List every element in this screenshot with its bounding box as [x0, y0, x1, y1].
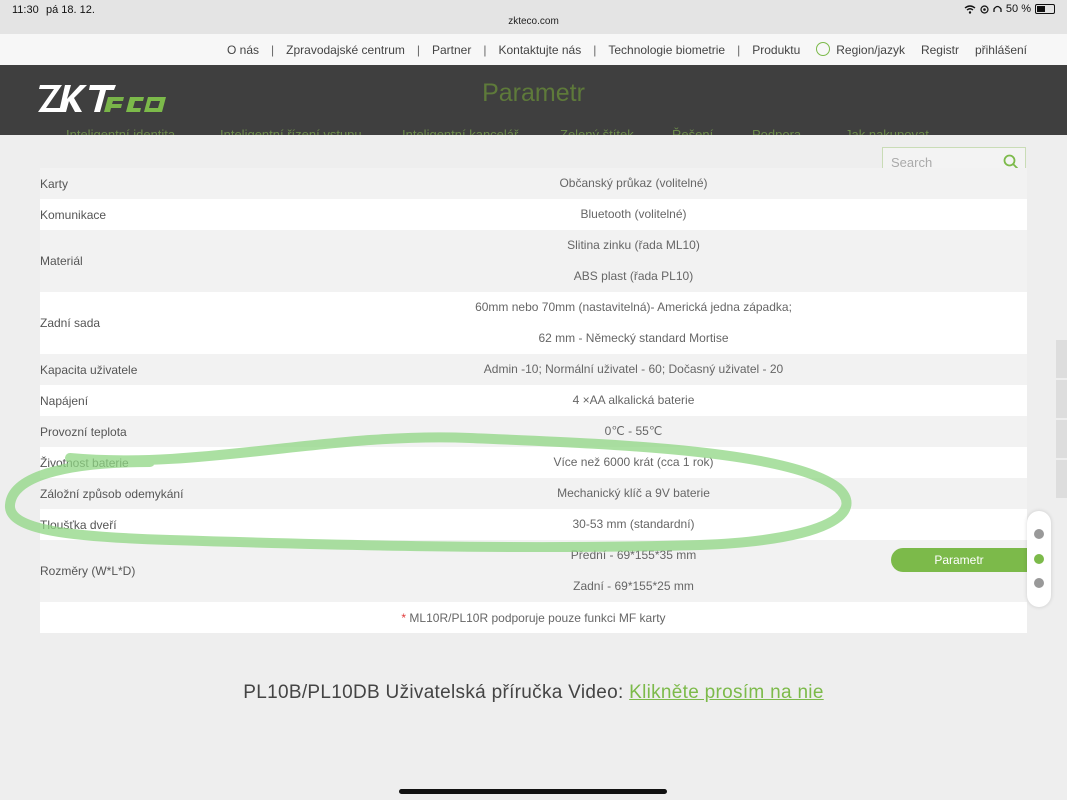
spec-value-line: Admin -10; Normální uživatel - 60; Dočas… — [483, 362, 784, 376]
table-row: Rozměry (W*L*D) Přední - 69*155*35 mm Zadn… — [40, 540, 1027, 602]
spec-value: 30-53 mm (standardní) — [320, 509, 1027, 540]
spec-value: Více než 6000 krát (cca 1 rok) — [320, 447, 1027, 478]
table-row: Provozní teplota 0℃ - 55℃ — [40, 416, 1027, 447]
spec-table: Karty Občanský průkaz (volitelné) Komunik… — [40, 168, 1027, 633]
spec-label: Tloušťka dveří — [40, 509, 320, 540]
home-indicator — [399, 789, 667, 794]
address-bar[interactable]: zkteco.com — [0, 16, 1067, 27]
spec-value: Bluetooth (volitelné) — [320, 199, 1027, 230]
footnote-text: ML10R/PL10R podporuje pouze funkci MF ka… — [406, 610, 666, 625]
spec-value-line: 60mm nebo 70mm (nastavitelná)- Americká … — [475, 300, 792, 314]
parametr-button[interactable]: Parametr — [891, 548, 1027, 572]
pager-dot-active[interactable] — [1034, 554, 1044, 564]
spec-value-line: Mechanický klíč a 9V baterie — [557, 486, 710, 500]
table-row: Materiál Slitina zinku (řada ML10) ABS pla… — [40, 230, 1027, 292]
spec-value: 0℃ - 55℃ — [320, 416, 1027, 447]
main-nav-access[interactable]: Inteligentní řízení vstupu — [220, 127, 362, 135]
spec-label: Rozměry (W*L*D) — [40, 540, 320, 602]
spec-value: Admin -10; Normální uživatel - 60; Dočas… — [320, 354, 1027, 385]
spec-value: 60mm nebo 70mm (nastavitelná)- Americká … — [320, 292, 1027, 354]
footnote: * ML10R/PL10R podporuje pouze funkci MF … — [40, 602, 1027, 633]
side-tab[interactable] — [1056, 380, 1067, 418]
nav-products[interactable]: Produktu — [752, 43, 800, 57]
spec-value: Slitina zinku (řada ML10) ABS plast (řada… — [320, 230, 1027, 292]
spec-label: Komunikace — [40, 199, 320, 230]
table-row: * ML10R/PL10R podporuje pouze funkci MF … — [40, 602, 1027, 633]
nav-contact[interactable]: Kontaktujte nás — [498, 43, 581, 57]
wifi-icon — [964, 4, 976, 14]
spec-label: Zadní sada — [40, 292, 320, 354]
top-nav: O nás | Zpravodajské centrum | Partner | Ko… — [0, 34, 1067, 65]
status-date: pá 18. 12. — [46, 4, 95, 16]
spec-value-line: 4 ×AA alkalická baterie — [572, 393, 695, 407]
spec-value: 4 ×AA alkalická baterie — [320, 385, 1027, 416]
side-tab[interactable] — [1056, 340, 1067, 378]
status-bar: 11:30 pá 18. 12. zkteco.com 50 % — [0, 0, 1067, 34]
main-nav-identity[interactable]: Inteligentní identita — [66, 127, 175, 135]
region-label: Region/jazyk — [836, 43, 905, 57]
spec-label: Materiál — [40, 230, 320, 292]
manual-link[interactable]: Klikněte prosím na nie — [629, 682, 824, 703]
spec-value-line: 0℃ - 55℃ — [604, 424, 663, 438]
spec-value-line: Občanský průkaz (volitelné) — [559, 176, 708, 190]
spec-label: Karty — [40, 168, 320, 199]
spec-label: Kapacita uživatele — [40, 354, 320, 385]
spec-label: Provozní teplota — [40, 416, 320, 447]
spec-value-line: 30-53 mm (standardní) — [572, 517, 695, 531]
globe-icon — [816, 42, 831, 56]
manual-text: PL10B/PL10DB Uživatelská příručka Video: — [243, 682, 630, 703]
main-nav-support[interactable]: Podpora — [752, 127, 801, 135]
table-row: Tloušťka dveří 30-53 mm (standardní) — [40, 509, 1027, 540]
page-title: Parametr — [482, 79, 585, 107]
region-selector[interactable]: Region/jazyk — [816, 42, 905, 57]
manual-video-line: PL10B/PL10DB Uživatelská příručka Video:… — [0, 682, 1067, 704]
spec-value-line: 62 mm - Německý standard Mortise — [538, 331, 729, 345]
spec-label: Životnost baterie — [40, 447, 320, 478]
battery-icon — [1035, 4, 1055, 14]
battery-percent: 50 % — [1005, 3, 1031, 15]
spec-value-line: Přední - 69*155*35 mm — [570, 548, 697, 562]
login-link[interactable]: přihlášení — [975, 43, 1027, 57]
status-time: 11:30 — [12, 4, 39, 16]
main-nav-how-to-buy[interactable]: Jak nakupovat — [845, 127, 929, 135]
table-row: Životnost baterie Více než 6000 krát (cca… — [40, 447, 1027, 478]
section-pager — [1027, 511, 1051, 607]
pager-dot[interactable] — [1034, 529, 1044, 539]
spec-label: Napájení — [40, 385, 320, 416]
headphones-icon — [993, 5, 1002, 12]
spec-label: Záložní způsob odemykání — [40, 478, 320, 509]
spec-value-line: Více než 6000 krát (cca 1 rok) — [553, 455, 714, 469]
spec-value-line: Zadní - 69*155*25 mm — [573, 579, 694, 593]
table-row: Zadní sada 60mm nebo 70mm (nastavitelná)-… — [40, 292, 1027, 354]
register-link[interactable]: Registr — [921, 43, 959, 57]
status-icons: 50 % — [964, 3, 1055, 15]
side-tab[interactable] — [1056, 460, 1067, 498]
spec-value: Mechanický klíč a 9V baterie — [320, 478, 1027, 509]
nav-biometrics[interactable]: Technologie biometrie — [608, 43, 725, 57]
pager-dot[interactable] — [1034, 578, 1044, 588]
main-nav-green-label[interactable]: Zelený štítek — [560, 127, 634, 135]
site-header: Parametr Inteligentní identita Inteligen… — [0, 65, 1067, 135]
spec-value-line: Slitina zinku (řada ML10) — [567, 238, 700, 252]
spec-value-line: ABS plast (řada PL10) — [573, 269, 694, 283]
table-row: Napájení 4 ×AA alkalická baterie — [40, 385, 1027, 416]
nav-partner[interactable]: Partner — [432, 43, 471, 57]
table-row: Záložní způsob odemykání Mechanický klíč … — [40, 478, 1027, 509]
main-nav-solutions[interactable]: Řešení — [672, 127, 713, 135]
nav-news[interactable]: Zpravodajské centrum — [286, 43, 405, 57]
table-row: Karty Občanský průkaz (volitelné) — [40, 168, 1027, 199]
location-icon — [980, 4, 989, 14]
table-row: Kapacita uživatele Admin -10; Normální už… — [40, 354, 1027, 385]
spec-value-line: Bluetooth (volitelné) — [580, 207, 687, 221]
nav-about[interactable]: O nás — [227, 43, 259, 57]
table-row: Komunikace Bluetooth (volitelné) — [40, 199, 1027, 230]
spec-value: Občanský průkaz (volitelné) — [320, 168, 1027, 199]
main-nav-office[interactable]: Inteligentní kancelář — [402, 127, 518, 135]
side-tab[interactable] — [1056, 420, 1067, 458]
